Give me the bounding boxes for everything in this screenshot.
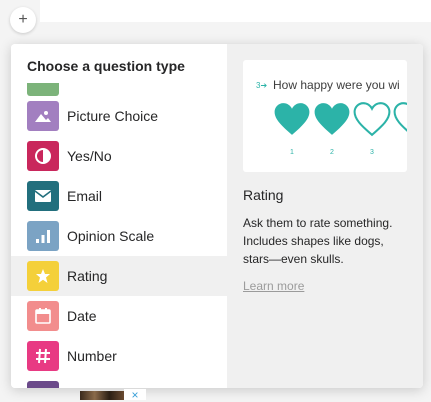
question-type-preview: 3➔ How happy were you wi 1 2 3 Rating As… [227,44,423,388]
partially-visible-item-icon[interactable] [27,381,59,388]
question-type-number[interactable]: Number [11,336,227,376]
item-label: Number [67,348,117,364]
close-icon[interactable]: × [124,389,146,402]
image-icon [27,101,59,131]
envelope-icon [27,181,59,211]
question-number: 3➔ [256,81,268,90]
add-question-button[interactable]: + [10,7,36,33]
form-canvas-strip [40,0,431,22]
question-type-list: Picture Choice Yes/No Email Opinion Scal… [11,83,227,376]
item-label: Email [67,188,103,204]
top-bar: + [0,0,431,40]
heart-outline-icon [393,102,407,132]
bar-chart-icon [27,221,59,251]
heart-number: 3 [370,149,374,156]
heart-outline-icon [353,102,391,137]
question-type-email[interactable]: Email [11,176,227,216]
media-thumbnail[interactable] [80,391,124,400]
question-type-list-panel: Choose a question type Picture Choice Ye… [11,44,227,388]
item-label: Date [67,308,97,324]
heart-filled-icon [314,103,350,135]
item-label: Rating [67,268,108,284]
question-type-picker: Choose a question type Picture Choice Ye… [11,44,423,388]
heart-number: 2 [330,149,334,156]
calendar-icon [27,301,59,331]
preview-description: Ask them to rate something. Includes sha… [243,216,393,266]
item-label: Yes/No [67,148,112,164]
preview-title: Rating [243,187,284,203]
heart-number: 1 [290,149,294,156]
preview-question-text: How happy were you wi [273,78,400,92]
question-type-opinion-scale[interactable]: Opinion Scale [11,216,227,256]
question-type-date[interactable]: Date [11,296,227,336]
item-label: Picture Choice [67,108,159,124]
hash-icon [27,341,59,371]
plus-icon: + [18,11,28,28]
question-type-picture-choice[interactable]: Picture Choice [11,96,227,136]
heart-filled-icon [274,103,310,135]
picker-title: Choose a question type [27,58,185,74]
question-type-rating[interactable]: Rating [11,256,227,296]
rating-preview-card: 3➔ How happy were you wi 1 2 3 [243,60,407,172]
star-icon [27,261,59,291]
question-type-yes-no[interactable]: Yes/No [11,136,227,176]
learn-more-link[interactable]: Learn more [243,279,304,293]
contrast-circle-icon [27,141,59,171]
item-label: Opinion Scale [67,228,155,244]
